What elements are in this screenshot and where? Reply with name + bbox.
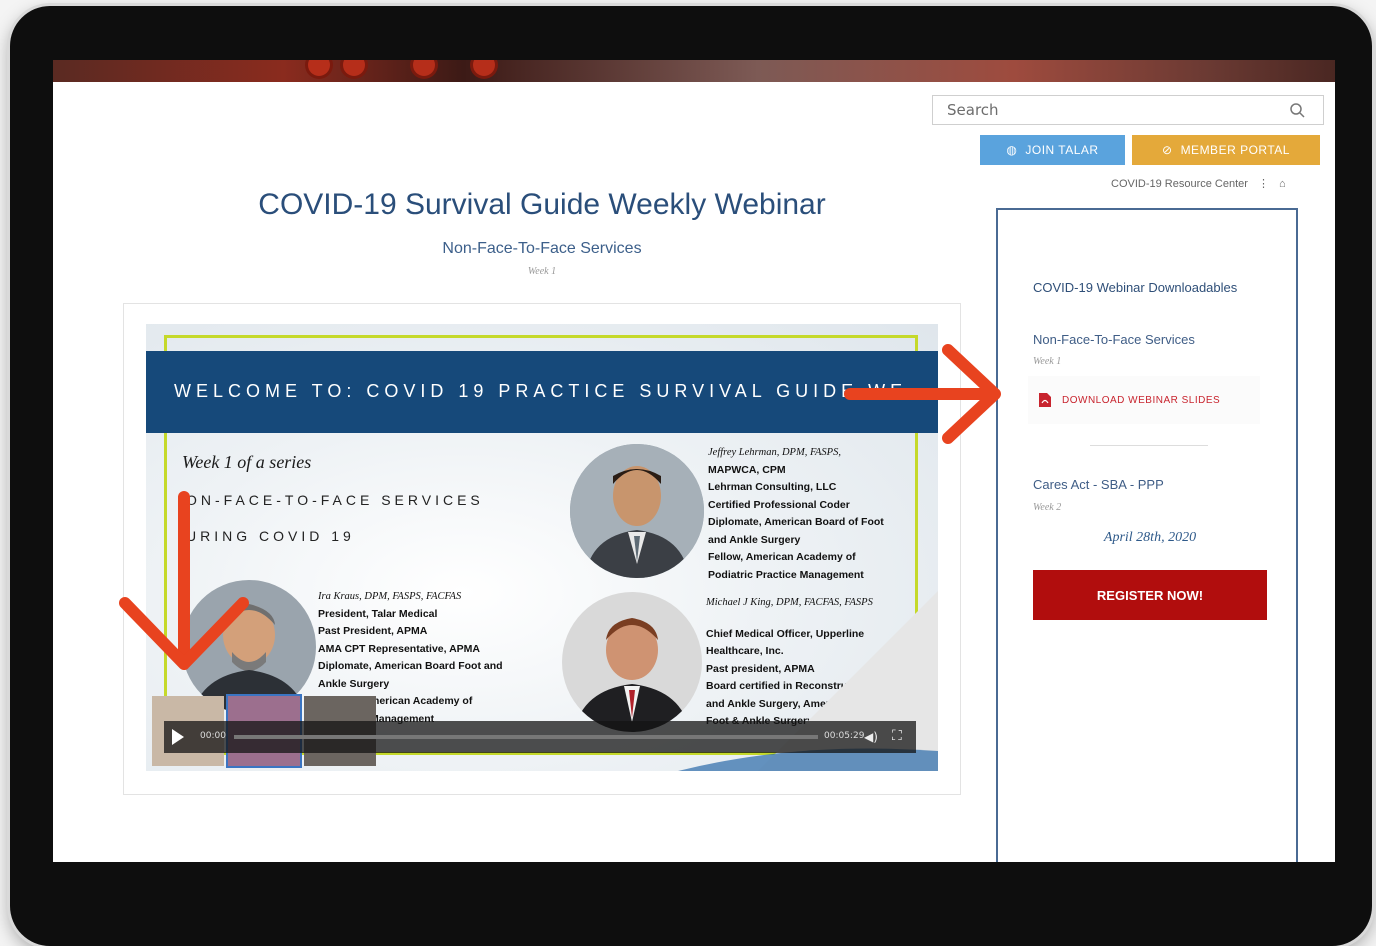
member-portal-label: MEMBER PORTAL <box>1180 143 1290 157</box>
menu-dots-icon[interactable]: ⋮ <box>1258 177 1269 190</box>
bio-line: Ankle Surgery <box>318 677 390 690</box>
sidebar-heading: COVID-19 Webinar Downloadables <box>1033 280 1238 295</box>
sidebar-item-week: Week 2 <box>1033 502 1062 513</box>
hero-banner-strip <box>53 60 1335 82</box>
bio-line: Lehrman Consulting, LLC <box>708 481 837 493</box>
time-total: 00:05:29 <box>824 731 865 741</box>
browser-screen: ◍ JOIN TALAR ⊘ MEMBER PORTAL COVID-19 Re… <box>53 60 1335 862</box>
play-icon[interactable] <box>172 729 184 745</box>
slide-banner: WELCOME TO: COVID 19 PRACTICE SURVIVAL G… <box>146 351 938 433</box>
slide-series-label: Week 1 of a series <box>182 452 312 472</box>
webinar-video[interactable]: WELCOME TO: COVID 19 PRACTICE SURVIVAL G… <box>146 324 938 771</box>
search-box <box>932 95 1324 125</box>
bio-line: Certified Professional Coder <box>708 498 850 511</box>
link-icon: ⊘ <box>1162 143 1173 157</box>
slide-banner-text: WELCOME TO: COVID 19 PRACTICE SURVIVAL G… <box>174 381 908 401</box>
breadcrumb-link[interactable]: COVID-19 Resource Center <box>1111 178 1248 190</box>
volume-icon[interactable]: ◀) <box>864 730 878 744</box>
home-icon[interactable]: ⌂ <box>1279 178 1286 190</box>
presenter-name: Jeffrey Lehrman, DPM, FASPS, <box>708 447 841 458</box>
join-talar-button[interactable]: ◍ JOIN TALAR <box>980 135 1125 165</box>
bio-line: Diplomate, American Board Foot and <box>318 660 503 672</box>
slide-topic-line2: URING COVID 19 <box>186 528 355 544</box>
sidebar-item-title[interactable]: Non-Face-To-Face Services <box>1033 332 1195 347</box>
breadcrumb: COVID-19 Resource Center ⋮ ⌂ <box>1111 177 1286 191</box>
presenter-photo-kraus <box>182 580 316 714</box>
pdf-icon <box>1039 393 1051 407</box>
week-label: Week 1 <box>527 266 557 277</box>
globe-icon: ◍ <box>1006 143 1018 157</box>
download-slides-label: DOWNLOAD WEBINAR SLIDES <box>1062 394 1221 406</box>
video-progress-bar[interactable] <box>234 735 818 739</box>
bio-line: MAPWCA, CPM <box>708 463 786 476</box>
search-input[interactable] <box>933 96 1291 124</box>
fullscreen-icon[interactable]: ⛶ <box>892 728 902 744</box>
webinar-date: April 28th, 2020 <box>1103 530 1197 545</box>
bio-line: Past President, APMA <box>318 625 428 637</box>
search-icon[interactable] <box>1289 102 1305 118</box>
page-title: COVID-19 Survival Guide Weekly Webinar <box>258 188 826 221</box>
bio-line: President, Talar Medical <box>318 607 438 620</box>
video-controls: 00:00 00:05:29 ◀) ⛶ <box>164 721 916 753</box>
bio-line: and Ankle Surgery <box>708 533 801 546</box>
presenter-name: Ira Kraus, DPM, FASPS, FACFAS <box>318 591 462 602</box>
video-card: WELCOME TO: COVID 19 PRACTICE SURVIVAL G… <box>123 303 961 795</box>
virus-graphic <box>343 60 365 76</box>
bio-line: AMA CPT Representative, APMA <box>318 642 481 655</box>
bio-line: Diplomate, American Board of Foot <box>708 516 884 528</box>
member-portal-button[interactable]: ⊘ MEMBER PORTAL <box>1132 135 1320 165</box>
download-slides-button[interactable]: DOWNLOAD WEBINAR SLIDES <box>1028 376 1260 424</box>
virus-graphic <box>473 60 495 76</box>
time-elapsed: 00:00 <box>200 731 226 741</box>
virus-graphic <box>308 60 330 76</box>
presenter-photo-lehrman <box>570 444 704 578</box>
register-now-button[interactable]: REGISTER NOW! <box>1033 570 1267 620</box>
virus-graphic <box>413 60 435 76</box>
slide-topic-line1: ON-FACE-TO-FACE SERVICES <box>186 492 484 508</box>
presenter-bio-lehrman: Jeffrey Lehrman, DPM, FASPS, MAPWCA, CPM… <box>708 444 884 584</box>
bio-line: Fellow, American Academy of <box>708 551 856 563</box>
sidebar-item-title[interactable]: Cares Act - SBA - PPP <box>1033 477 1164 492</box>
join-talar-label: JOIN TALAR <box>1025 143 1099 157</box>
divider <box>1090 445 1208 446</box>
downloadables-sidebar: COVID-19 Webinar Downloadables Non-Face-… <box>996 208 1298 862</box>
sidebar-item-week: Week 1 <box>1033 356 1062 367</box>
page-subtitle: Non-Face-To-Face Services <box>442 240 642 257</box>
